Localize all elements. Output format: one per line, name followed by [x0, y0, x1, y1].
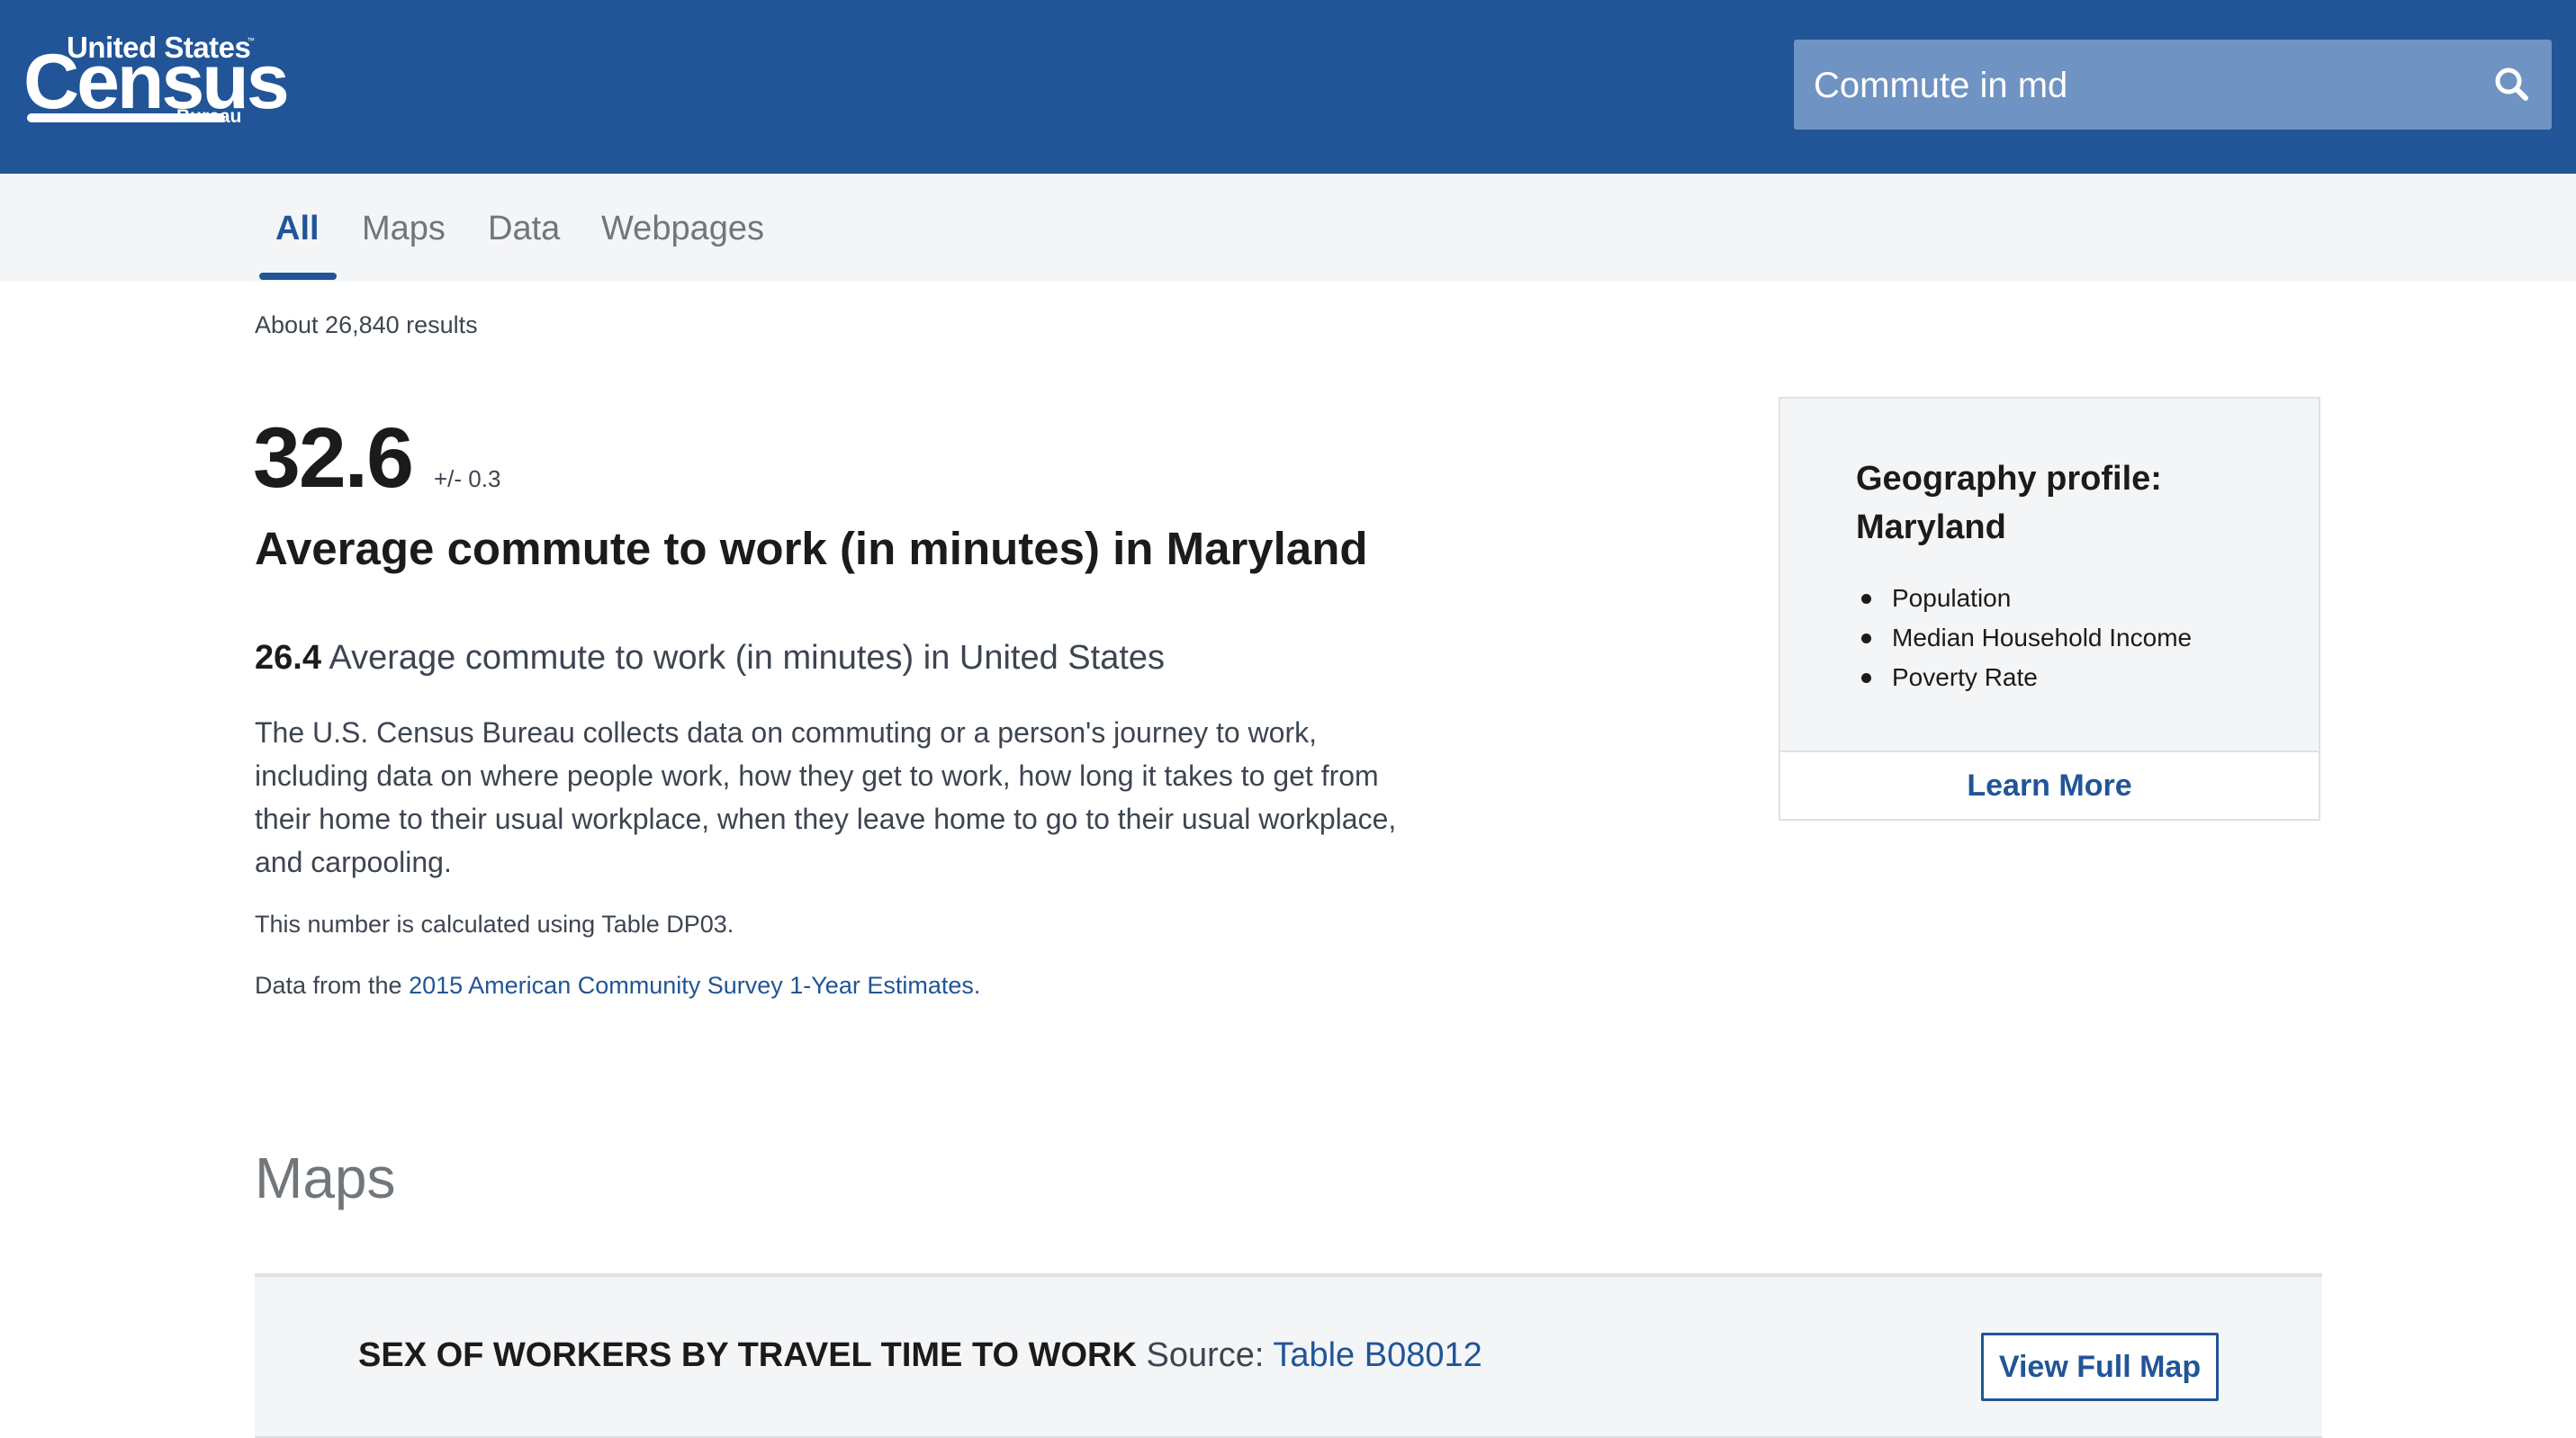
stat-description: The U.S. Census Bureau collects data on …: [255, 716, 1397, 878]
stat-value: 32.6: [253, 410, 414, 506]
stat-title: Average commute to work (in minutes) in …: [255, 523, 1368, 574]
map-result-title: SEX OF WORKERS BY TRAVEL TIME TO WORK So…: [358, 1336, 1482, 1375]
maps-section-heading: Maps: [255, 1146, 396, 1210]
search-button[interactable]: [2489, 61, 2535, 108]
view-full-map-button[interactable]: View Full Map: [1981, 1333, 2219, 1401]
map-result-card: SEX OF WORKERS BY TRAVEL TIME TO WORK So…: [255, 1273, 2322, 1438]
logo-bureau: Bureau: [176, 106, 242, 127]
search-bar: [1794, 40, 2552, 131]
list-item[interactable]: Poverty Rate: [1856, 658, 2192, 697]
margin-of-error: +/- 0.3: [434, 465, 501, 492]
comparison-value: 26.4: [255, 639, 321, 677]
site-header: United States ™ Census Bureau: [0, 0, 2576, 174]
active-tab-indicator: [259, 273, 337, 280]
comparison-label: Average commute to work (in minutes) in …: [329, 639, 1166, 677]
map-source-link[interactable]: Table B08012: [1273, 1336, 1482, 1374]
table-note: This number is calculated using Table DP…: [255, 911, 734, 938]
map-source-label: Source:: [1146, 1336, 1265, 1374]
tab-data[interactable]: Data: [488, 210, 560, 248]
tab-maps[interactable]: Maps: [362, 210, 446, 248]
list-item[interactable]: Median Household Income: [1856, 618, 2192, 658]
tab-webpages[interactable]: Webpages: [601, 210, 764, 248]
geography-topic-list: Population Median Household Income Pover…: [1856, 579, 2192, 697]
data-source-note: Data from the 2015 American Community Su…: [255, 972, 980, 1000]
comparison-stat: 26.4 Average commute to work (in minutes…: [255, 639, 1165, 678]
geography-card-title: Geography profile: Maryland: [1856, 460, 2162, 546]
logo-census: Census: [23, 39, 290, 125]
search-icon: [2495, 67, 2528, 101]
results-count: About 26,840 results: [255, 311, 478, 338]
map-title-text[interactable]: SEX OF WORKERS BY TRAVEL TIME TO WORK: [358, 1336, 1137, 1374]
learn-more-button[interactable]: Learn More: [1780, 750, 2319, 819]
source-prefix: Data from the: [255, 972, 402, 999]
results-tabs: All Maps Data Webpages: [0, 174, 2576, 282]
geography-profile-card: Geography profile: Maryland Population M…: [1779, 397, 2320, 821]
tab-all[interactable]: All: [275, 210, 320, 248]
census-logo[interactable]: United States ™ Census Bureau: [23, 27, 290, 130]
acs-source-link[interactable]: 2015 American Community Survey 1-Year Es…: [409, 972, 980, 999]
list-item[interactable]: Population: [1856, 579, 2192, 618]
search-input[interactable]: [1812, 40, 2445, 131]
